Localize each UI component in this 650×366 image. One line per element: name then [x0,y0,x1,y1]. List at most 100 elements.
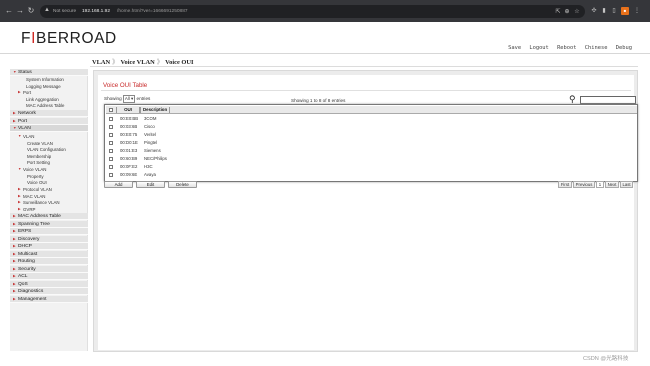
caret-icon: ▶ [13,259,16,263]
caret-icon: ▶ [13,266,16,271]
sidebar-item-erps[interactable]: ▶ ERPS [10,228,88,235]
table-row[interactable]: 00:01:E3 Siemens [106,147,637,155]
caret-icon: ▶ [13,251,16,256]
cell-description: Cisco [144,124,155,129]
sidebar-item-diagnostics[interactable]: ▶ Diagnostics [10,288,88,295]
sidebar-item-mac-address-table[interactable]: ▶ MAC Address Table [10,213,88,220]
row-checkbox[interactable] [109,173,113,177]
cell-oui: 00:01:E3 [120,148,138,153]
sidebar-item-port[interactable]: ▶ Port [10,117,88,125]
sidebar-item-dhcp[interactable]: ▶ DHCP [10,243,88,250]
panel-title: Voice OUI Table [103,82,148,89]
sidebar-item-management[interactable]: ▶ Management [10,295,88,303]
url-host: 192.168.1.92 [82,8,111,14]
debug-link[interactable]: Debug [616,45,632,51]
column-header-description[interactable]: Description [140,107,170,113]
table-row[interactable]: 00:E0:BB 3COM [106,115,637,123]
top-links: Save Logout Reboot Chinese Debug [503,45,632,51]
sidebar-item-security[interactable]: ▶ Security [10,265,88,273]
sidebar-item-multicast[interactable]: ▶ Multicast [10,250,88,258]
chinese-link[interactable]: Chinese [585,45,608,51]
table-row[interactable]: 00:09:6E Avaya [106,171,637,179]
pagination-first[interactable]: First [558,181,572,188]
logout-link[interactable]: Logout [529,45,548,51]
extensions-icon[interactable]: ▮ [600,7,608,15]
caret-icon: ▶ [13,118,16,123]
page-length-control: Showing All ▾ entries [104,95,150,103]
row-checkbox[interactable] [109,141,113,145]
cell-oui: 00:0F:E2 [120,164,138,169]
sidebar-item-vlan[interactable]: ▼ VLAN [10,125,88,132]
cell-description: 3COM [144,116,157,121]
star-icon[interactable]: ☆ [573,8,581,16]
row-checkbox[interactable] [109,149,113,153]
warning-icon: ▲ [44,7,50,13]
sidebar-item-acl[interactable]: ▶ ACL [10,273,88,280]
sidebar-item-voice-oui[interactable]: Voice OUI [10,179,88,186]
save-link[interactable]: Save [508,45,521,51]
pagination-previous[interactable]: Previous [573,181,595,188]
logo: FIBERROAD [21,30,117,47]
profile-icon[interactable]: ■ [621,7,629,15]
caret-icon: ▶ [13,229,16,233]
sidebar-item-port-setting[interactable]: Port Setting [10,159,88,166]
breadcrumb-item: Voice VLAN [120,59,155,66]
extension-icon[interactable]: ✣ [590,7,598,15]
caret-icon: ▶ [13,221,16,226]
breadcrumb-item: VLAN [92,59,111,66]
row-checkbox[interactable] [109,157,113,161]
search-input[interactable] [580,96,636,104]
delete-button[interactable]: Delete [168,181,197,188]
content-panel: Voice OUI Table Showing All ▾ entries Sh… [93,70,638,352]
content-panel-inner: Voice OUI Table Showing All ▾ entries Sh… [98,75,638,350]
sidebar-item-spanning-tree[interactable]: ▶ Spanning Tree [10,220,88,228]
sidebar-item-status[interactable]: ▼ Status [10,69,88,76]
row-checkbox[interactable] [109,165,113,169]
pagination-last[interactable]: Last [620,181,633,188]
menu-icon[interactable]: ⋮ [633,7,641,15]
table-row[interactable]: 00:E0:75 Veritel [106,131,637,139]
voice-oui-table: OUI Description 00:E0:BB 3COM 00:03:6B Cis… [104,104,638,182]
sidebar-item-gvrp[interactable]: ▶ GVRP [10,206,88,213]
row-checkbox[interactable] [109,133,113,137]
add-button[interactable]: Add [104,181,133,188]
sidepanel-icon[interactable]: ▯ [610,7,618,15]
address-bar[interactable]: ▲ Not secure 192.168.1.92 /home.html?ver… [40,5,585,18]
breadcrumb-separator: 》 [156,59,164,66]
url-path: /home.html?ver=1666691250887 [117,8,188,14]
sidebar-item-routing[interactable]: ▶ Routing [10,258,88,265]
sidebar-item-qos[interactable]: ▶ QoS [10,280,88,288]
cell-oui: 00:E0:75 [120,132,138,137]
cell-oui: 00:03:6B [120,124,138,129]
sidebar-item-mac-address-table-status[interactable]: MAC Address Table [10,102,88,109]
table-row[interactable]: 00:03:6B Cisco [106,123,637,131]
caret-icon: ▶ [13,274,16,278]
caret-icon: ▶ [13,244,16,248]
cell-oui: 00:09:6E [120,172,138,177]
table-info: Showing 1 to 8 of 8 entries [291,98,346,103]
pagination-page[interactable]: 1 [596,181,604,188]
watermark: CSDN @光路科技 [583,356,629,362]
edit-button[interactable]: Edit [136,181,165,188]
sidebar-item-discovery[interactable]: ▶ Discovery [10,235,88,243]
page-length-select[interactable]: All ▾ [122,95,136,103]
caret-icon: ▶ [13,296,16,301]
sidebar-item-network[interactable]: ▶ Network [10,110,88,117]
sidebar: ▼ Status System Information Logging Messa… [10,69,88,351]
row-checkbox[interactable] [109,125,113,129]
reload-icon[interactable]: ↻ [25,5,37,17]
caret-icon: ▶ [13,281,16,286]
share-icon[interactable]: ⇱ [554,8,562,16]
column-header-oui[interactable]: OUI [116,107,140,113]
pagination-next[interactable]: Next [605,181,619,188]
table-row[interactable]: 00:D0:1E Pingtel [106,139,637,147]
caret-icon: ▶ [13,289,16,293]
reboot-link[interactable]: Reboot [557,45,576,51]
row-checkbox[interactable] [109,117,113,121]
cell-description: H3C [144,164,153,169]
breadcrumb-separator: 》 [112,59,119,66]
select-all-checkbox[interactable] [109,107,113,112]
table-row[interactable]: 00:60:B9 NEC/Philips [106,155,637,163]
table-row[interactable]: 00:0F:E2 H3C [106,163,637,171]
zoom-icon[interactable]: ⊕ [563,8,571,16]
